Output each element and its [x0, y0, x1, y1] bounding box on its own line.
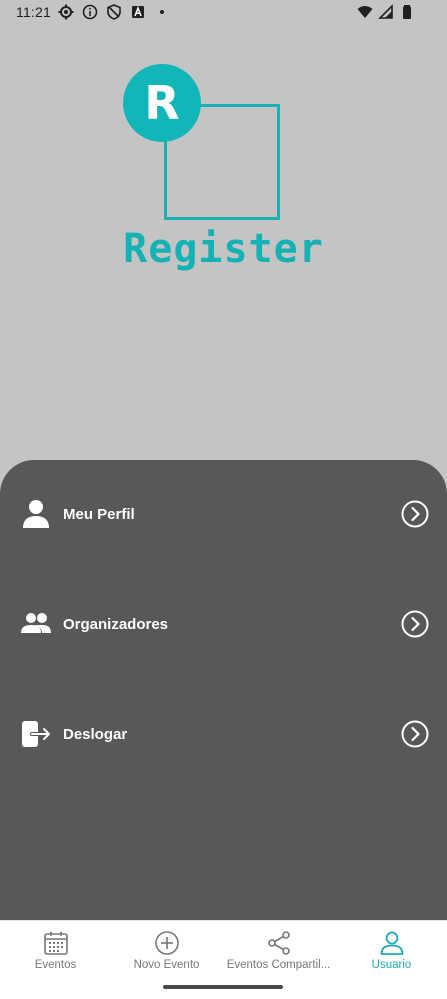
menu-label: Organizadores [63, 615, 169, 633]
nav-usuario[interactable]: Usuario [336, 921, 447, 981]
users-icon [21, 613, 51, 633]
nav-novo-evento[interactable]: Novo Evento [111, 921, 222, 981]
nav-label: Novo Evento [133, 959, 200, 971]
menu-label: Deslogar [63, 725, 128, 743]
menu-item-organizadores[interactable]: Organizadores [0, 594, 447, 654]
share-icon [267, 931, 290, 955]
logout-icon [22, 721, 52, 747]
menu-item-meu-perfil[interactable]: Meu Perfil [0, 484, 447, 544]
menu-item-deslogar[interactable]: Deslogar [0, 704, 447, 764]
user-menu-sheet: Meu Perfil Organizadores Deslogar [0, 460, 447, 922]
plus-circle-icon [154, 931, 179, 955]
menu-label: Meu Perfil [63, 505, 135, 523]
nav-label: Usuario [371, 959, 412, 971]
calendar-icon [43, 931, 68, 955]
chevron-right-circle-icon[interactable] [401, 610, 429, 638]
nav-label: Eventos [34, 959, 77, 971]
chevron-right-circle-icon[interactable] [401, 500, 429, 528]
nav-label: Eventos Compartil... [226, 959, 331, 971]
home-indicator[interactable] [163, 985, 283, 989]
nav-eventos[interactable]: Eventos [0, 921, 111, 981]
chevron-right-circle-icon[interactable] [401, 720, 429, 748]
nav-eventos-compartilhados[interactable]: Eventos Compartil... [223, 921, 334, 981]
user-icon [23, 500, 49, 528]
logo-initial: R [144, 76, 180, 130]
logo-circle: R [123, 64, 201, 142]
logo-title: Register [123, 226, 324, 272]
app-logo: R Register [0, 0, 447, 290]
user-outline-icon [380, 931, 403, 955]
